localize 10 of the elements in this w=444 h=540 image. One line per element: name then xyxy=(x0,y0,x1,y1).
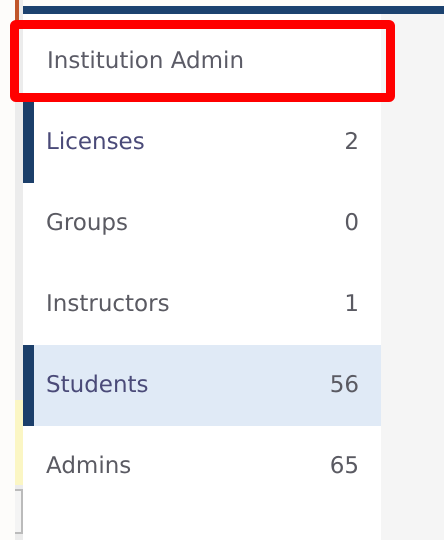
sidebar-title: Institution Admin xyxy=(47,46,244,76)
sidebar-item[interactable]: Groups 0 xyxy=(23,183,381,264)
sidebar-item[interactable]: Admins 65 xyxy=(23,426,381,507)
item-count: 2 xyxy=(344,128,359,158)
item-count: 56 xyxy=(330,371,359,400)
item-count: 65 xyxy=(330,452,359,482)
sidebar-item[interactable]: Students 56 xyxy=(23,345,381,426)
item-count: 1 xyxy=(344,290,359,320)
sidebar-item[interactable]: Instructors 1 xyxy=(23,264,381,345)
item-count: 0 xyxy=(344,209,359,238)
